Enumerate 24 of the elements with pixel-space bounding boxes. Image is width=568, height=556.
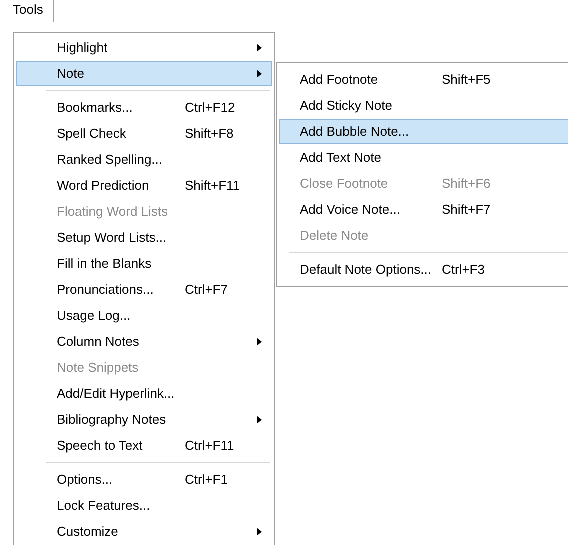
menu-item[interactable]: Add Voice Note... Shift+F7 — [279, 197, 568, 222]
menu-item[interactable]: Spell Check Shift+F8 — [16, 121, 272, 146]
menu-item[interactable]: Word Prediction Shift+F11 — [16, 173, 272, 198]
menu-item[interactable]: Options... Ctrl+F1 — [16, 467, 272, 492]
menu-item[interactable]: Bookmarks... Ctrl+F12 — [16, 95, 272, 120]
menu-item[interactable]: Add Text Note — [279, 145, 568, 170]
menu-item[interactable]: Highlight — [16, 35, 272, 60]
menu-item[interactable]: Pronunciations... Ctrl+F7 — [16, 277, 272, 302]
menu-item[interactable]: Default Note Options... Ctrl+F3 — [279, 257, 568, 282]
menu-item[interactable]: Lock Features... — [16, 493, 272, 518]
menu-item[interactable]: Add Bubble Note... — [279, 119, 568, 144]
menu-item[interactable]: Add Sticky Note — [279, 93, 568, 118]
menu-tab[interactable]: Tools — [10, 0, 54, 22]
menu-item[interactable]: Bibliography Notes — [16, 407, 272, 432]
menu-item[interactable]: Add Footnote Shift+F5 — [279, 67, 568, 92]
menu-item[interactable]: Speech to Text Ctrl+F11 — [16, 433, 272, 458]
menu-item[interactable]: Setup Word Lists... — [16, 225, 272, 250]
menu-item[interactable]: Note — [16, 61, 272, 86]
menu-item[interactable]: Column Notes — [16, 329, 272, 354]
menu-item[interactable]: Fill in the Blanks — [16, 251, 272, 276]
menu-item[interactable]: Usage Log... — [16, 303, 272, 328]
menu-item[interactable]: Add/Edit Hyperlink... — [16, 381, 272, 406]
menu-item[interactable]: Ranked Spelling... — [16, 147, 272, 172]
menu-item[interactable]: Customize — [16, 519, 272, 544]
